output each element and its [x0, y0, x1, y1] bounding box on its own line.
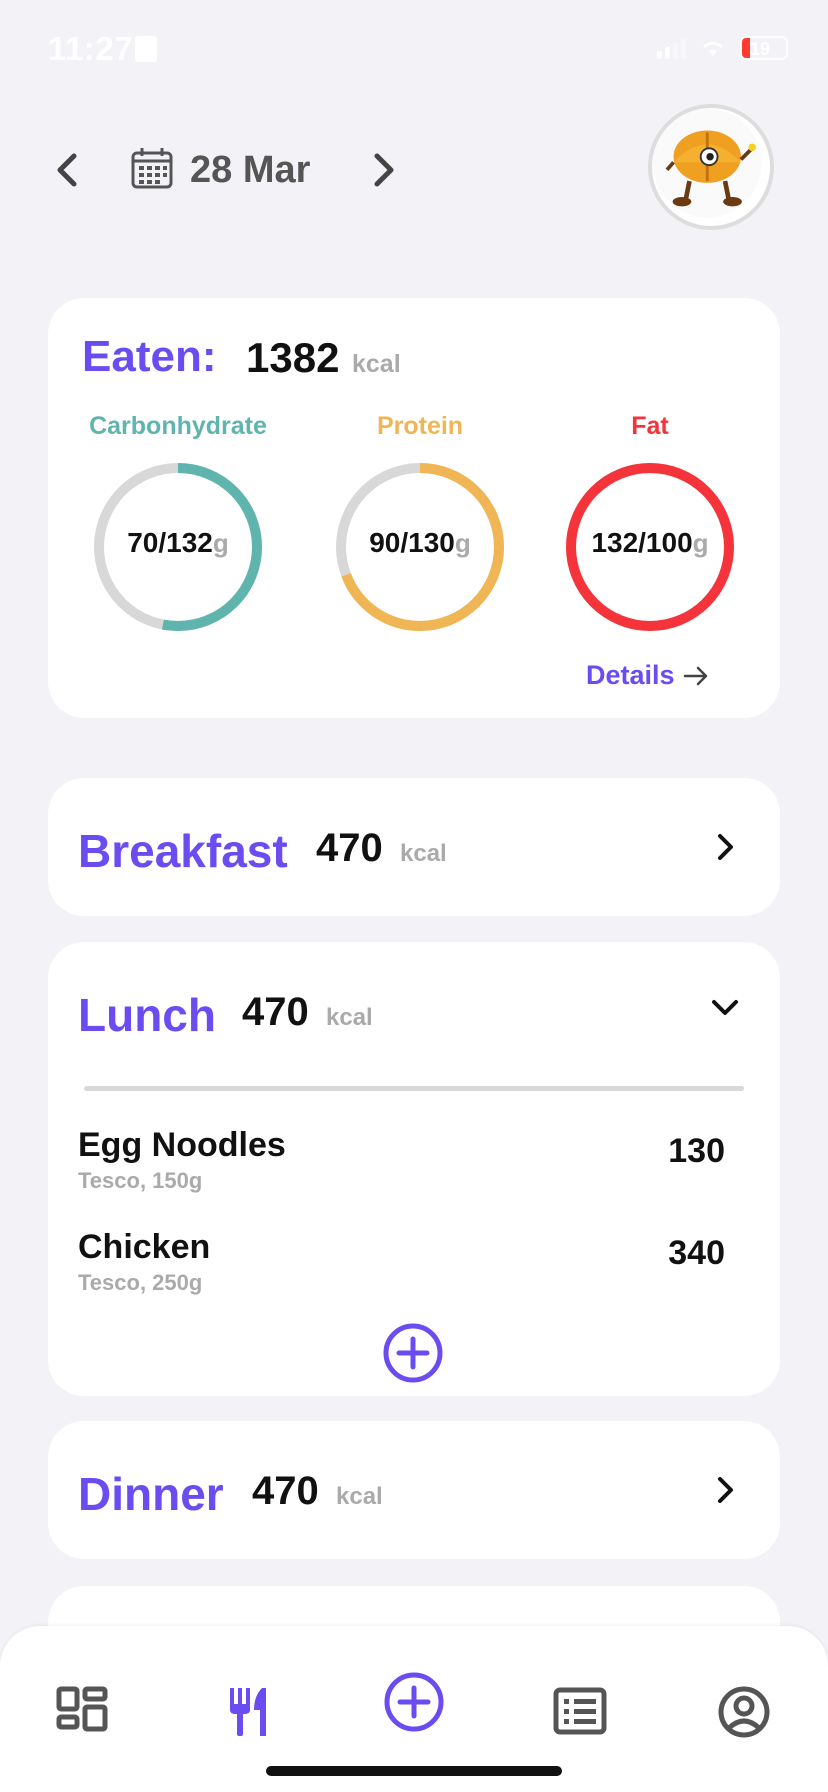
chevron-down-icon[interactable]: [710, 992, 740, 1022]
food-item-detail: Tesco, 250g: [78, 1270, 203, 1295]
list-icon[interactable]: [552, 1684, 608, 1740]
meal-title: Dinner: [78, 1468, 224, 1520]
food-item-name[interactable]: Egg Noodles: [78, 1126, 286, 1165]
home-indicator: [266, 1766, 562, 1776]
food-item-calories: 340: [668, 1234, 725, 1272]
avatar[interactable]: [648, 104, 774, 230]
macro-amount-unit: g: [454, 528, 471, 558]
calendar-icon[interactable]: [130, 146, 174, 190]
macro-protein: Protein 90/130g: [320, 412, 520, 635]
arrow-right-icon: [683, 666, 707, 685]
meal-card-breakfast[interactable]: Breakfast 470 kcal: [48, 778, 780, 916]
dashboard-icon[interactable]: [54, 1684, 110, 1740]
meal-kcal: 470: [242, 990, 309, 1034]
macro-amount: 70/132g: [78, 527, 278, 559]
next-day-button[interactable]: [365, 150, 401, 190]
nutrition-summary-card: Eaten: 1382 kcal Carbonhydrate 70/132g P…: [48, 298, 780, 718]
macro-carbohydrate: Carbonhydrate 70/132g: [78, 412, 278, 635]
meal-kcal-unit: kcal: [326, 1004, 373, 1031]
previous-day-button[interactable]: [50, 150, 86, 190]
food-item-detail: Tesco, 150g: [78, 1168, 203, 1193]
meal-kcal-unit: kcal: [336, 1483, 383, 1510]
macro-title: Carbonhydrate: [89, 412, 267, 440]
eaten-value: 1382: [246, 334, 340, 381]
macro-amount-unit: g: [692, 528, 709, 558]
contact-icon: [135, 36, 157, 62]
date-header: 28 Mar: [0, 100, 828, 240]
chevron-right-icon[interactable]: [710, 1475, 740, 1505]
meal-card-dinner[interactable]: Dinner 470 kcal: [48, 1421, 780, 1559]
robot-avatar-icon: [652, 108, 762, 218]
macro-amount-value: 90/130: [369, 527, 455, 558]
macro-fat: Fat 132/100g: [550, 412, 750, 635]
food-item-name[interactable]: Chicken: [78, 1228, 210, 1267]
macro-title: Protein: [376, 412, 464, 440]
meal-kcal: 470: [316, 826, 383, 870]
food-icon[interactable]: [220, 1684, 276, 1740]
status-time: 11:27: [48, 30, 134, 67]
add-food-button[interactable]: [382, 1322, 444, 1384]
details-label: Details: [586, 660, 675, 690]
chevron-right-icon[interactable]: [710, 832, 740, 862]
macro-amount-value: 132/100: [591, 527, 693, 558]
wifi-icon: [702, 41, 724, 56]
food-item-calories: 130: [668, 1132, 725, 1170]
meal-kcal: 470: [252, 1469, 319, 1513]
macro-amount: 90/130g: [320, 527, 520, 559]
profile-icon[interactable]: [716, 1684, 772, 1740]
battery-text: 19: [750, 39, 771, 59]
status-indicators: 19: [657, 36, 788, 60]
eaten-unit: kcal: [352, 350, 401, 378]
date-label[interactable]: 28 Mar: [190, 149, 310, 192]
divider: [84, 1086, 744, 1091]
macro-amount: 132/100g: [550, 527, 750, 559]
eaten-label: Eaten:: [82, 332, 217, 381]
add-icon[interactable]: [382, 1670, 446, 1734]
macro-title: Fat: [631, 412, 669, 440]
signal-icon: [657, 37, 686, 59]
meal-title[interactable]: Lunch: [78, 988, 216, 1042]
meal-card-lunch: Lunch 470 kcal Egg Noodles Tesco, 150g 1…: [48, 942, 780, 1396]
meal-kcal-unit: kcal: [400, 840, 447, 867]
battery-icon: 19: [740, 36, 788, 60]
status-bar: 11:27 19: [0, 0, 828, 100]
details-link[interactable]: Details: [586, 660, 709, 691]
meal-title: Breakfast: [78, 825, 288, 877]
macro-amount-unit: g: [212, 528, 229, 558]
macro-amount-value: 70/132: [127, 527, 213, 558]
